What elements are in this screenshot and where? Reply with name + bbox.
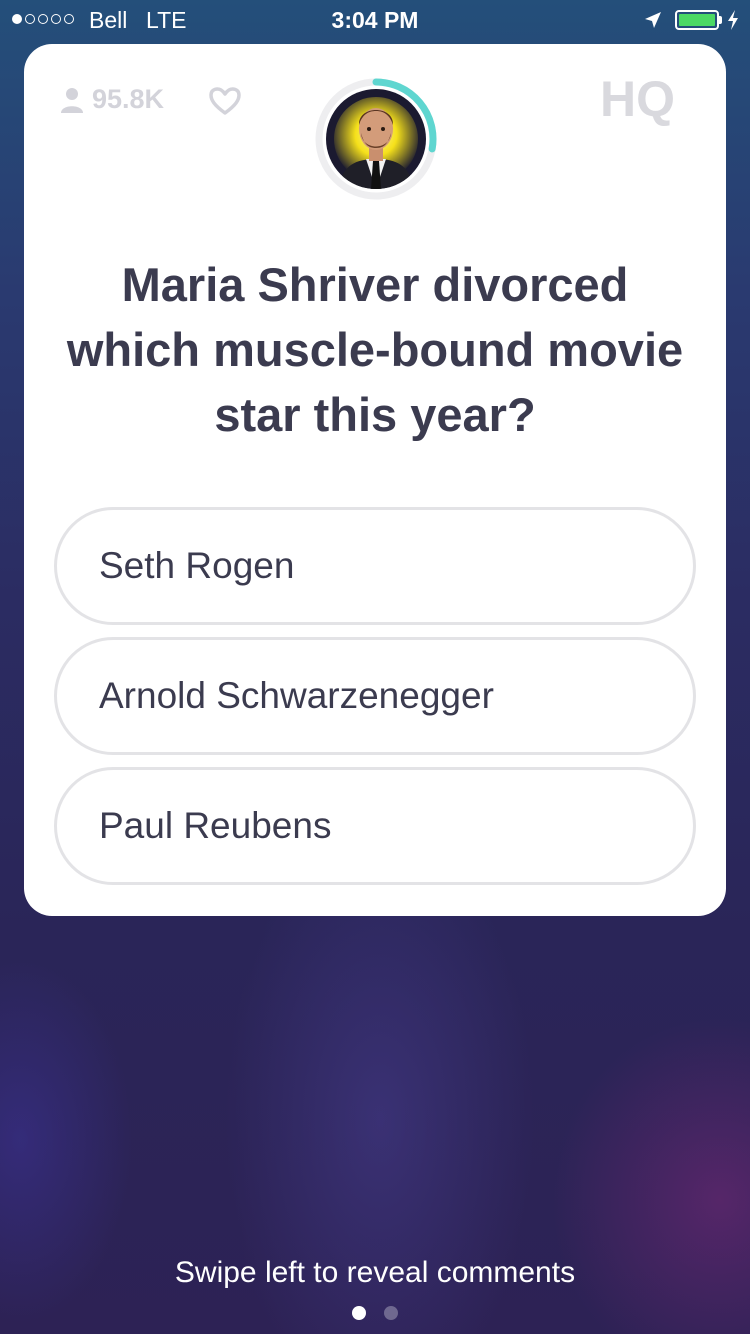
swipe-hint: Swipe left to reveal comments bbox=[174, 1256, 576, 1289]
viewer-count: 95.8K bbox=[60, 84, 164, 115]
page-dot-2[interactable] bbox=[384, 1306, 398, 1320]
answer-option-1[interactable]: Seth Rogen bbox=[54, 507, 696, 625]
answer-label: Arnold Schwarzenegger bbox=[99, 675, 494, 716]
status-time: 3:04 PM bbox=[331, 7, 419, 33]
answer-label: Paul Reubens bbox=[99, 805, 332, 846]
viewer-count-label: 95.8K bbox=[92, 84, 165, 114]
question-card: 95.8K HQ Maria Shriver divorced which mu… bbox=[24, 44, 726, 916]
host-avatar bbox=[326, 89, 426, 189]
answer-option-3[interactable]: Paul Reubens bbox=[54, 767, 696, 885]
answer-option-2[interactable]: Arnold Schwarzenegger bbox=[54, 637, 696, 755]
charging-bolt-icon bbox=[728, 10, 738, 30]
location-arrow-icon bbox=[645, 12, 661, 28]
page-dot-1[interactable] bbox=[352, 1306, 366, 1320]
page-indicator[interactable] bbox=[0, 1306, 750, 1320]
battery-tip bbox=[719, 16, 722, 24]
battery-icon bbox=[675, 10, 719, 30]
person-icon bbox=[61, 87, 83, 113]
svg-text:HQ: HQ bbox=[600, 71, 675, 126]
answer-label: Seth Rogen bbox=[99, 545, 295, 586]
host-timer bbox=[315, 78, 437, 200]
heart-icon[interactable] bbox=[208, 86, 242, 116]
question-text: Maria Shriver divorced which muscle-boun… bbox=[66, 258, 684, 441]
status-bar: Bell LTE 3:04 PM bbox=[0, 0, 750, 40]
hq-logo: HQ bbox=[600, 71, 675, 126]
